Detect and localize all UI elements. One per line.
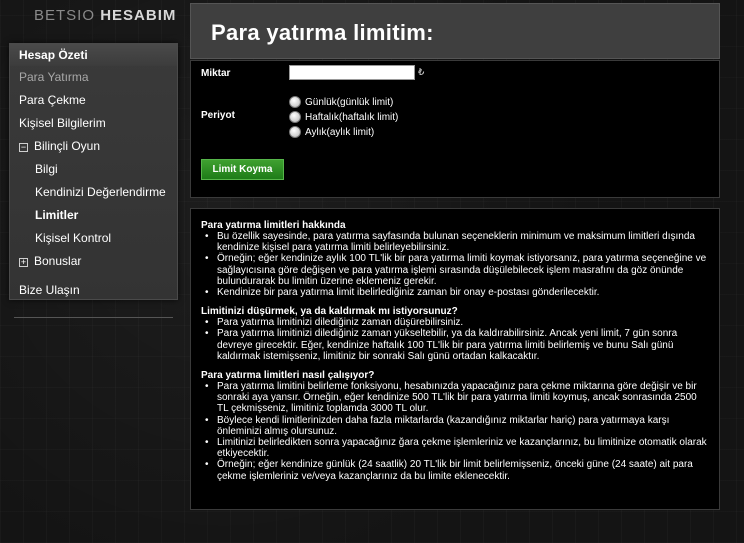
radio-weekly[interactable]	[289, 111, 301, 123]
sidebar-item-personal-info[interactable]: Kişisel Bilgilerim	[19, 116, 177, 130]
sidebar-item-info[interactable]: Bilgi	[10, 162, 177, 176]
period-option-label: Günlük(günlük limit)	[305, 96, 394, 108]
expand-icon[interactable]: +	[19, 258, 28, 267]
list-item: Limitinizi belirledikten sonra yapacağın…	[201, 437, 707, 459]
title-panel: Para yatırma limitim:	[190, 3, 720, 59]
list-item: Böylece kendi limitlerinizden daha fazla…	[201, 415, 707, 437]
sidebar-item-contact[interactable]: Bize Ulaşın	[19, 283, 177, 297]
list-item: Para yatırma limitinizi dilediğiniz zama…	[201, 328, 707, 362]
sidebar-item-self-assessment[interactable]: Kendinizi Değerlendirme	[10, 185, 177, 199]
section-title-about: Para yatırma limitleri hakkında	[201, 220, 346, 231]
section-title-how-it-works: Para yatırma limitleri nasıl çalışıyor?	[201, 370, 375, 382]
sidebar-item-limits[interactable]: Limitler	[10, 208, 177, 222]
sidebar-item-label: Bonuslar	[34, 254, 82, 268]
amount-input[interactable]	[289, 65, 415, 80]
radio-monthly[interactable]	[289, 126, 301, 138]
section-list-lower-remove: Para yatırma limitinizi dilediğiniz zama…	[201, 317, 707, 362]
list-item: Kendinize bir para yatırma limit ibelirl…	[201, 287, 707, 298]
info-panel: Para yatırma limitleri hakkında Bu özell…	[190, 208, 720, 510]
account-sidebar: Hesap Özeti Para Yatırma Para Çekme Kişi…	[9, 43, 178, 318]
site-logo: BETSIO HESABIM	[34, 7, 176, 24]
list-item: Örneğin; eğer kendinize günlük (24 saatl…	[201, 459, 707, 481]
list-item: Örneğin; eğer kendinize aylık 100 TL'lik…	[201, 253, 707, 287]
sidebar-item-responsible-gaming[interactable]: − Bilinçli Oyun	[19, 139, 177, 153]
amount-label: Miktar	[201, 68, 231, 79]
sidebar-item-self-control[interactable]: Kişisel Kontrol	[10, 231, 177, 245]
page-title: Para yatırma limitim:	[211, 20, 434, 45]
sidebar-header-account-summary[interactable]: Hesap Özeti	[10, 44, 177, 66]
period-option-weekly[interactable]: Haftalık(haftalık limit)	[289, 111, 398, 123]
deposit-limit-form: Miktar ₺ Periyot Günlük(günlük limit) Ha…	[190, 60, 720, 198]
period-option-label: Haftalık(haftalık limit)	[305, 111, 399, 123]
currency-symbol: ₺	[418, 67, 425, 78]
radio-daily[interactable]	[289, 96, 301, 108]
list-item: Bu özellik sayesinde, para yatırma sayfa…	[201, 231, 707, 253]
sidebar-item-deposit[interactable]: Para Yatırma	[19, 70, 177, 84]
collapse-icon[interactable]: −	[19, 143, 28, 152]
logo-account: HESABIM	[100, 7, 177, 24]
section-list-about: Bu özellik sayesinde, para yatırma sayfa…	[201, 231, 707, 298]
period-option-monthly[interactable]: Aylık(aylık limit)	[289, 126, 374, 138]
section-list-how-it-works: Para yatırma limitini belirleme fonksiyo…	[201, 381, 707, 482]
set-limit-button[interactable]: Limit Koyma	[201, 159, 284, 180]
period-option-label: Aylık(aylık limit)	[305, 126, 375, 138]
main-content: Para yatırma limitim: Miktar ₺ Periyot G…	[190, 3, 720, 510]
period-option-daily[interactable]: Günlük(günlük limit)	[289, 96, 393, 108]
section-title-lower-remove: Limitinizi düşürmek, ya da kaldırmak mı …	[201, 306, 458, 318]
sidebar-item-bonuses[interactable]: + Bonuslar	[19, 254, 177, 268]
list-item: Para yatırma limitini belirleme fonksiyo…	[201, 381, 707, 415]
sidebar-item-withdraw[interactable]: Para Çekme	[19, 93, 177, 107]
sidebar-divider	[14, 317, 173, 318]
period-label: Periyot	[201, 110, 235, 121]
sidebar-item-label: Bilinçli Oyun	[34, 139, 101, 153]
list-item: Para yatırma limitinizi dilediğiniz zama…	[201, 317, 707, 328]
logo-brand: BETSIO	[34, 7, 96, 24]
